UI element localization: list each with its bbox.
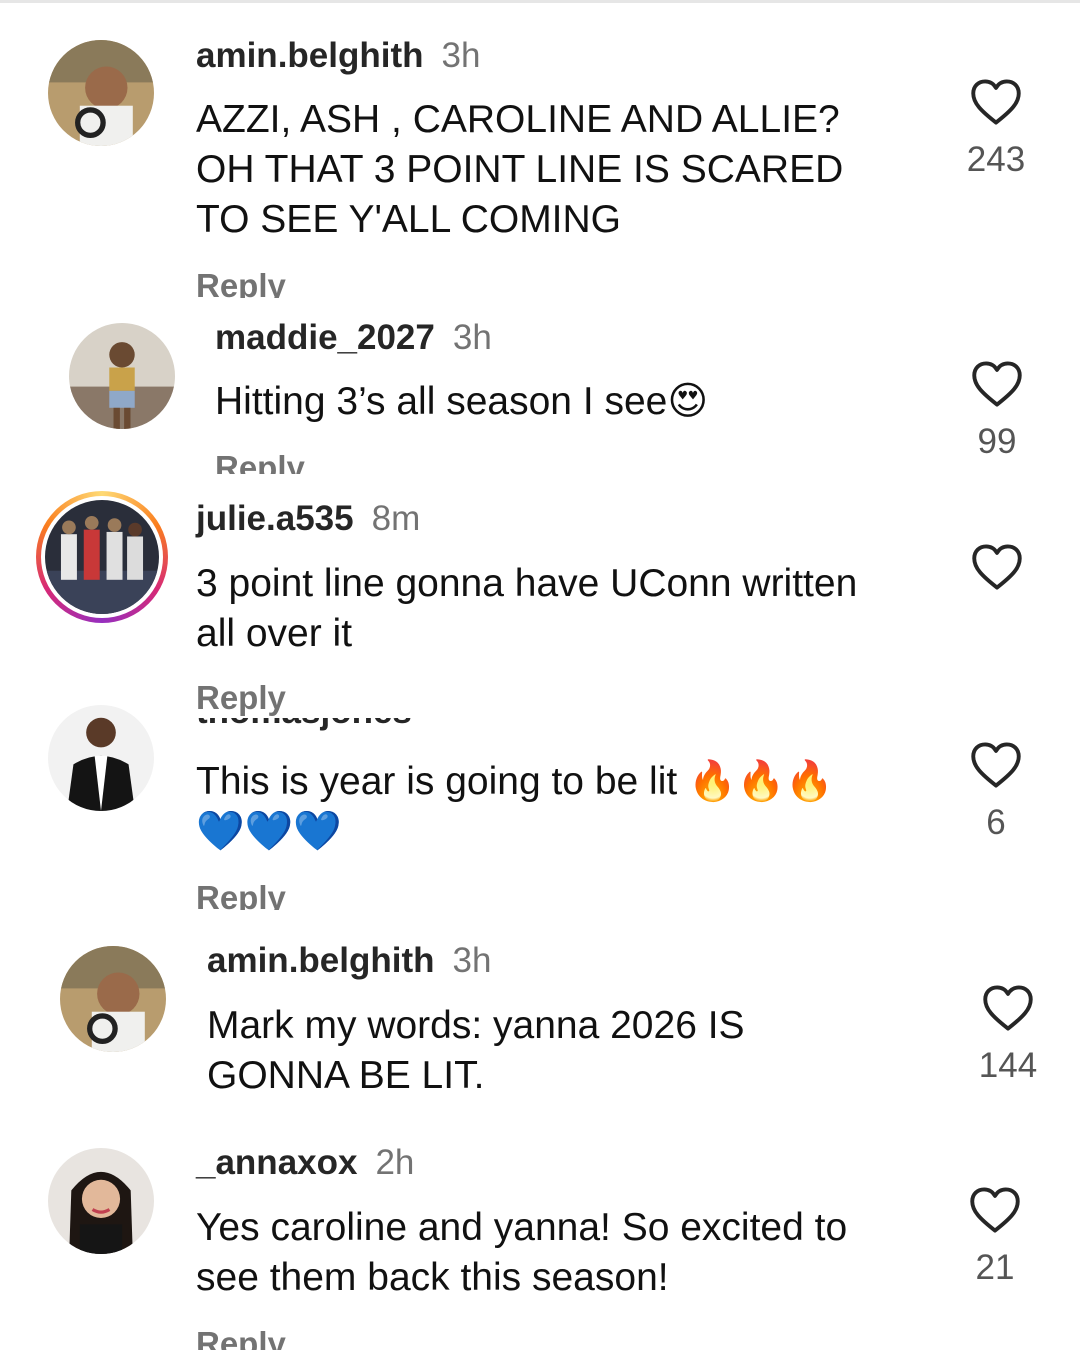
comment-line: all over it	[196, 612, 353, 655]
comment-header: amin.belghith 3h	[207, 941, 491, 981]
timestamp: 2h	[375, 1143, 415, 1182]
username[interactable]: maddie_2027	[215, 318, 435, 357]
divider	[0, 0, 1080, 3]
like-button[interactable]: 243	[951, 78, 1041, 180]
timestamp: 3h	[441, 36, 481, 75]
like-button[interactable]: 144	[963, 984, 1053, 1086]
comment-line: OH THAT 3 POINT LINE IS SCARED	[196, 148, 844, 191]
story-ring[interactable]	[36, 491, 168, 623]
reply-button[interactable]: Reply	[196, 268, 286, 298]
timestamp: 3h	[452, 941, 492, 980]
like-button[interactable]: 6	[951, 741, 1041, 843]
avatar[interactable]	[48, 705, 154, 811]
heart-eyes-emoji: 😍	[667, 379, 709, 424]
comment-header: maddie_2027 3h	[215, 318, 492, 358]
username[interactable]: julie.a535	[196, 499, 354, 538]
comment-text: 3 point line gonna have UConn written al…	[196, 559, 857, 659]
comment-header: amin.belghith 3h	[196, 36, 480, 76]
like-button[interactable]	[952, 543, 1042, 591]
heart-outline-icon	[971, 79, 1021, 125]
clipped-username: thomasjones	[196, 718, 496, 732]
heart-outline-icon	[972, 544, 1022, 590]
comment-line: This is year is going to be lit	[196, 760, 678, 803]
reply-button[interactable]: Reply	[196, 680, 286, 716]
blue-heart-emoji: 💙💙💙	[196, 809, 342, 854]
comment-text: Mark my words: yanna 2026 IS GONNA BE LI…	[207, 1001, 745, 1101]
comment-line: GONNA BE LIT.	[207, 1054, 485, 1097]
like-count: 144	[978, 1046, 1038, 1085]
like-count: 243	[966, 140, 1026, 179]
comment-line: 3 point line gonna have UConn written	[196, 562, 858, 605]
avatar[interactable]	[48, 40, 154, 146]
username[interactable]: amin.belghith	[196, 36, 424, 75]
heart-outline-icon	[983, 985, 1033, 1031]
like-count: 21	[975, 1248, 1015, 1287]
avatar[interactable]	[69, 323, 175, 429]
comment-text: AZZI, ASH , CAROLINE AND ALLIE? OH THAT …	[196, 95, 843, 245]
avatar[interactable]	[60, 946, 166, 1052]
comment-header: julie.a535 8m	[196, 499, 420, 539]
heart-outline-icon	[971, 742, 1021, 788]
like-count: 6	[986, 803, 1006, 842]
like-count: 99	[977, 422, 1017, 461]
like-button[interactable]: 99	[952, 360, 1042, 462]
comment-line: Hitting 3’s all season I see	[215, 380, 668, 423]
reply-button[interactable]: Reply	[215, 450, 305, 474]
comment-text: Hitting 3’s all season I see😍	[215, 377, 708, 427]
heart-outline-icon	[972, 361, 1022, 407]
fire-emoji: 🔥🔥🔥	[688, 759, 834, 804]
comment-line: This is year is going to be lit 🔥🔥🔥	[196, 757, 834, 807]
timestamp: 3h	[452, 318, 492, 357]
comment-text: Yes caroline and yanna! So excited to se…	[196, 1203, 847, 1303]
heart-outline-icon	[970, 1187, 1020, 1233]
reply-button[interactable]: Reply	[196, 1326, 286, 1350]
username[interactable]: amin.belghith	[207, 941, 435, 980]
username[interactable]: thomasjones	[196, 718, 496, 732]
comment-line: Yes caroline and yanna! So excited to	[196, 1206, 848, 1249]
username[interactable]: _annaxox	[196, 1143, 357, 1182]
comment-header: _annaxox 2h	[196, 1143, 414, 1183]
comment-line: AZZI, ASH , CAROLINE AND ALLIE?	[196, 98, 840, 141]
avatar	[45, 500, 159, 614]
avatar[interactable]	[48, 1148, 154, 1254]
comment-text: This is year is going to be lit 🔥🔥🔥 💙💙💙	[196, 757, 834, 857]
reply-button[interactable]: Reply	[196, 880, 286, 910]
comment-line: Mark my words: yanna 2026 IS	[207, 1004, 745, 1047]
timestamp: 8m	[371, 499, 421, 538]
like-button[interactable]: 21	[950, 1186, 1040, 1288]
comment-line: see them back this season!	[196, 1256, 669, 1299]
comment-line: TO SEE Y'ALL COMING	[196, 198, 622, 241]
